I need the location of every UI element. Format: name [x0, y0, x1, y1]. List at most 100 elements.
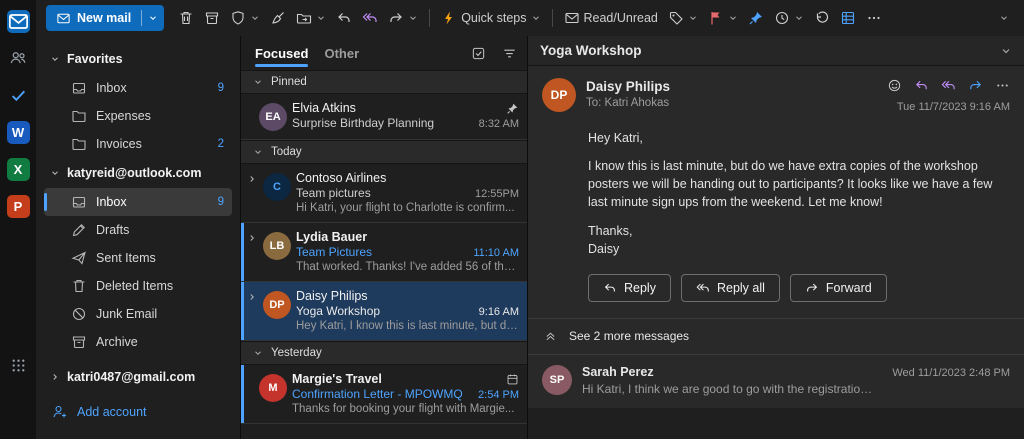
section-label: Yesterday — [271, 347, 322, 359]
message-row-margies-travel[interactable]: M Margie's Travel Confirmation Letter - … — [241, 365, 527, 424]
message-more-options-button[interactable] — [995, 78, 1010, 93]
sweep-button[interactable] — [266, 5, 290, 31]
folder-pane: Favorites Inbox 9 Expenses Invoices 2 — [36, 36, 240, 439]
forward-button[interactable] — [384, 5, 422, 31]
new-mail-split-button[interactable]: New mail — [46, 5, 164, 31]
favorite-expenses[interactable]: Expenses — [44, 102, 232, 130]
rail-people-button[interactable] — [5, 45, 31, 71]
collapse-conversation-chevron[interactable] — [1000, 45, 1012, 57]
folder-deleted-items[interactable]: Deleted Items — [44, 272, 232, 300]
reply-all-button[interactable] — [941, 78, 956, 93]
folder-archive[interactable]: Archive — [44, 328, 232, 356]
avatar: DP — [263, 291, 291, 319]
favorite-invoices[interactable]: Invoices 2 — [44, 130, 232, 158]
snooze-button[interactable] — [770, 5, 808, 31]
archive-button[interactable] — [200, 5, 224, 31]
favorites-section-header[interactable]: Favorites — [44, 44, 232, 74]
message-time: 9:16 AM — [479, 306, 519, 318]
quick-steps-button[interactable]: Quick steps — [437, 5, 544, 31]
delete-button[interactable] — [174, 5, 198, 31]
rail-more-apps-button[interactable] — [5, 352, 31, 378]
see-more-messages-button[interactable]: See 2 more messages — [528, 318, 1024, 354]
chevron-down-icon — [253, 147, 263, 157]
archive-icon — [204, 10, 220, 26]
folder-sent-items[interactable]: Sent Items — [44, 244, 232, 272]
reply-button[interactable] — [332, 5, 356, 31]
trash-icon — [71, 278, 87, 294]
add-reaction-button[interactable] — [887, 78, 902, 93]
rail-powerpoint-button[interactable]: P — [5, 193, 31, 219]
tab-focused[interactable]: Focused — [255, 36, 308, 70]
move-to-button[interactable] — [292, 5, 330, 31]
unread-count: 9 — [218, 196, 224, 208]
conversation-subject: Yoga Workshop — [540, 43, 642, 58]
section-today[interactable]: Today — [241, 140, 527, 164]
account-outlook-header[interactable]: katyreid@outlook.com — [44, 158, 232, 188]
message-summary: Elvia Atkins Surprise Birthday Planning … — [292, 101, 519, 131]
undo-button[interactable] — [810, 5, 834, 31]
apps-grid-icon — [10, 357, 27, 374]
toolbar-collapse-button[interactable] — [992, 5, 1016, 31]
section-yesterday[interactable]: Yesterday — [241, 341, 527, 365]
flag-button[interactable] — [704, 5, 742, 31]
more-options-button[interactable] — [862, 5, 886, 31]
undo-icon — [814, 10, 830, 26]
app-rail: W X P — [0, 0, 36, 439]
account-gmail-header[interactable]: katri0487@gmail.com — [44, 362, 232, 392]
reply-all-action-button[interactable]: Reply all — [681, 274, 780, 302]
rail-word-button[interactable]: W — [5, 119, 31, 145]
rail-mail-button[interactable] — [5, 8, 31, 34]
folder-drafts[interactable]: Drafts — [44, 216, 232, 244]
expand-conversation-chevron[interactable] — [245, 289, 258, 332]
message-row-contoso-airlines[interactable]: C Contoso Airlines Team pictures 12:55PM… — [241, 164, 527, 223]
section-label: Pinned — [271, 76, 307, 88]
message-row-daisy-philips[interactable]: DP Daisy Philips Yoga Workshop 9:16 AM H… — [241, 282, 527, 341]
add-account-button[interactable]: Add account — [44, 398, 232, 426]
account-email: katri0487@gmail.com — [67, 370, 195, 384]
chevron-down-icon — [250, 13, 260, 23]
message-row-lydia-bauer[interactable]: LB Lydia Bauer Team Pictures 11:10 AM Th… — [241, 223, 527, 282]
expand-conversation-chevron[interactable] — [245, 230, 258, 273]
message-preview: Hey Katri, I know this is last minute, b… — [296, 320, 519, 332]
section-pinned[interactable]: Pinned — [241, 70, 527, 94]
chevron-down-icon — [316, 13, 326, 23]
expand-conversation-chevron[interactable] — [245, 171, 258, 214]
folder-junk-email[interactable]: Junk Email — [44, 300, 232, 328]
report-button[interactable] — [226, 5, 264, 31]
rail-todo-button[interactable] — [5, 82, 31, 108]
person-add-icon — [52, 404, 68, 420]
double-chevron-up-icon — [544, 330, 557, 343]
tab-other[interactable]: Other — [324, 36, 359, 70]
block-icon — [71, 306, 87, 322]
body-paragraph: I know this is last minute, but do we ha… — [588, 157, 1006, 211]
collapsed-message-sarah-perez[interactable]: SP Sarah Perez Hi Katri, I think we are … — [528, 354, 1024, 408]
forward-action-button[interactable]: Forward — [790, 274, 887, 302]
trash-icon — [178, 10, 194, 26]
message-time: 12:55PM — [475, 188, 519, 200]
reply-all-button[interactable] — [358, 5, 382, 31]
filter-button[interactable] — [502, 46, 517, 61]
new-mail-dropdown[interactable] — [142, 13, 164, 23]
reply-button[interactable] — [914, 78, 929, 93]
table-icon — [840, 10, 856, 26]
sender-name: Contoso Airlines — [296, 171, 386, 185]
folder-inbox[interactable]: Inbox 9 — [44, 188, 232, 216]
mail-icon — [56, 11, 71, 26]
rail-excel-button[interactable]: X — [5, 156, 31, 182]
new-mail-button[interactable]: New mail — [46, 11, 141, 26]
pin-button[interactable] — [744, 5, 768, 31]
add-account-label: Add account — [77, 405, 224, 419]
forward-button[interactable] — [968, 78, 983, 93]
favorite-inbox[interactable]: Inbox 9 — [44, 74, 232, 102]
message-list-pane: Focused Other Pinned EA Elvia Atkins — [240, 36, 528, 439]
folder-icon — [71, 136, 87, 152]
tables-button[interactable] — [836, 5, 860, 31]
message-row-elvia-atkins[interactable]: EA Elvia Atkins Surprise Birthday Planni… — [241, 94, 527, 140]
chevron-down-icon — [531, 13, 541, 23]
select-messages-button[interactable] — [471, 46, 486, 61]
chevron-right-icon — [50, 372, 60, 382]
categorize-button[interactable] — [664, 5, 702, 31]
reply-action-button[interactable]: Reply — [588, 274, 671, 302]
read-unread-button[interactable]: Read/Unread — [560, 5, 662, 31]
tag-icon — [668, 10, 684, 26]
